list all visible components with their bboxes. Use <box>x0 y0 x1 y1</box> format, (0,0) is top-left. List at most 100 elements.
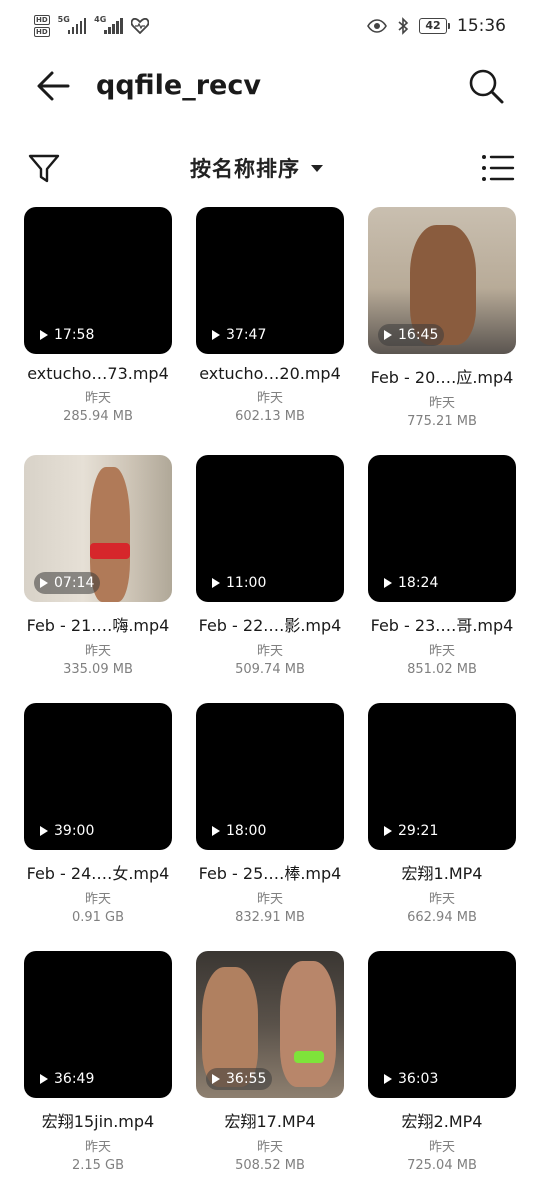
duration-badge: 17:58 <box>34 324 100 346</box>
duration-badge: 36:03 <box>378 1068 444 1090</box>
file-size: 285.94 MB <box>63 409 133 424</box>
video-thumbnail[interactable]: 36:49 <box>24 951 172 1098</box>
duration-text: 36:03 <box>398 1071 439 1087</box>
file-item[interactable]: 17:58 extucho…73.mp4 昨天 285.94 MB <box>24 207 172 455</box>
file-name: 宏翔15jin.mp4 <box>41 1112 155 1131</box>
file-item[interactable]: 36:49 宏翔15jin.mp4 昨天 2.15 GB <box>24 951 172 1199</box>
duration-text: 11:00 <box>226 575 267 591</box>
file-name: Feb - 20.…应.mp4 <box>370 368 514 387</box>
view-mode-button[interactable] <box>480 150 516 186</box>
signal-bars-icon <box>67 18 87 34</box>
duration-text: 36:49 <box>54 1071 95 1087</box>
video-thumbnail[interactable]: 36:03 <box>368 951 516 1098</box>
play-icon <box>212 330 220 340</box>
battery-indicator: 42 <box>419 18 450 34</box>
file-size: 775.21 MB <box>407 414 477 429</box>
play-icon <box>40 1074 48 1084</box>
file-name: 宏翔2.MP4 <box>401 1112 483 1131</box>
file-size: 2.15 GB <box>71 1158 125 1173</box>
status-left: HD HD 5G 4G <box>34 14 149 38</box>
duration-badge: 11:00 <box>206 572 272 594</box>
video-thumbnail[interactable]: 36:55 <box>196 951 344 1098</box>
video-thumbnail[interactable]: 18:24 <box>368 455 516 602</box>
search-icon <box>469 69 504 104</box>
thumbnail-detail <box>90 543 130 559</box>
status-right: 42 15:36 <box>367 12 506 40</box>
duration-badge: 37:47 <box>206 324 272 346</box>
file-item[interactable]: 07:14 Feb - 21.…嗨.mp4 昨天 335.09 MB <box>24 455 172 703</box>
file-item[interactable]: 37:47 extucho…20.mp4 昨天 602.13 MB <box>196 207 344 455</box>
video-thumbnail[interactable]: 39:00 <box>24 703 172 850</box>
duration-text: 37:47 <box>226 327 267 343</box>
file-date: 昨天 <box>84 1140 111 1155</box>
play-icon <box>212 826 220 836</box>
signal-bars-icon <box>104 18 123 34</box>
file-item[interactable]: 11:00 Feb - 22.…影.mp4 昨天 509.74 MB <box>196 455 344 703</box>
file-size: 662.94 MB <box>407 910 477 925</box>
page-title: qqfile_recv <box>96 70 261 101</box>
hd-indicators: HD HD <box>34 15 50 37</box>
file-date: 昨天 <box>428 1140 455 1155</box>
file-size: 508.52 MB <box>235 1158 305 1173</box>
net-label-5g: 5G <box>57 15 70 24</box>
duration-badge: 18:00 <box>206 820 272 842</box>
file-date: 昨天 <box>428 396 455 411</box>
file-item[interactable]: 18:00 Feb - 25.…棒.mp4 昨天 832.91 MB <box>196 703 344 951</box>
file-size: 509.74 MB <box>235 662 305 677</box>
file-item[interactable]: 36:55 宏翔17.MP4 昨天 508.52 MB <box>196 951 344 1199</box>
caret-down-icon <box>311 165 323 172</box>
filter-icon <box>28 154 60 183</box>
duration-text: 07:14 <box>54 575 95 591</box>
duration-text: 39:00 <box>54 823 95 839</box>
file-item[interactable]: 29:21 宏翔1.MP4 昨天 662.94 MB <box>368 703 516 951</box>
duration-badge: 18:24 <box>378 572 444 594</box>
bluetooth-icon <box>398 17 409 35</box>
duration-text: 18:00 <box>226 823 267 839</box>
file-date: 昨天 <box>428 892 455 907</box>
duration-badge: 39:00 <box>34 820 100 842</box>
video-thumbnail[interactable]: 07:14 <box>24 455 172 602</box>
status-bar: HD HD 5G 4G 42 15:36 <box>0 0 540 52</box>
video-thumbnail[interactable]: 16:45 <box>368 207 516 354</box>
play-icon <box>40 578 48 588</box>
sort-label: 按名称排序 <box>190 157 300 181</box>
play-icon <box>212 578 220 588</box>
duration-badge: 16:45 <box>378 324 445 346</box>
file-name: Feb - 22.…影.mp4 <box>198 616 342 635</box>
file-item[interactable]: 16:45 Feb - 20.…应.mp4 昨天 775.21 MB <box>368 207 516 455</box>
file-size: 602.13 MB <box>235 409 305 424</box>
video-thumbnail[interactable]: 11:00 <box>196 455 344 602</box>
title-bar: qqfile_recv <box>0 52 540 120</box>
duration-badge: 36:55 <box>206 1068 273 1090</box>
play-icon <box>384 578 392 588</box>
duration-text: 36:55 <box>226 1071 267 1087</box>
duration-text: 17:58 <box>54 327 95 343</box>
video-thumbnail[interactable]: 17:58 <box>24 207 172 354</box>
sort-dropdown[interactable]: 按名称排序 <box>190 150 324 186</box>
video-thumbnail[interactable]: 37:47 <box>196 207 344 354</box>
file-size: 335.09 MB <box>63 662 133 677</box>
file-name: 宏翔17.MP4 <box>224 1112 316 1131</box>
play-icon <box>40 826 48 836</box>
file-size: 851.02 MB <box>407 662 477 677</box>
search-button[interactable] <box>462 62 510 110</box>
file-date: 昨天 <box>428 644 455 659</box>
duration-text: 18:24 <box>398 575 439 591</box>
file-name: Feb - 24.…女.mp4 <box>26 864 170 883</box>
duration-text: 29:21 <box>398 823 439 839</box>
play-icon <box>212 1074 220 1084</box>
file-name: extucho…20.mp4 <box>199 364 341 383</box>
file-date: 昨天 <box>84 892 111 907</box>
back-button[interactable] <box>30 64 78 108</box>
signal-5g: 5G <box>57 15 87 34</box>
list-view-icon <box>482 155 515 181</box>
video-thumbnail[interactable]: 29:21 <box>368 703 516 850</box>
file-size: 832.91 MB <box>235 910 305 925</box>
file-item[interactable]: 36:03 宏翔2.MP4 昨天 725.04 MB <box>368 951 516 1199</box>
toolbar: 按名称排序 <box>0 140 540 196</box>
video-thumbnail[interactable]: 18:00 <box>196 703 344 850</box>
file-item[interactable]: 39:00 Feb - 24.…女.mp4 昨天 0.91 GB <box>24 703 172 951</box>
filter-button[interactable] <box>24 148 64 188</box>
file-item[interactable]: 18:24 Feb - 23.…哥.mp4 昨天 851.02 MB <box>368 455 516 703</box>
file-date: 昨天 <box>84 391 111 406</box>
